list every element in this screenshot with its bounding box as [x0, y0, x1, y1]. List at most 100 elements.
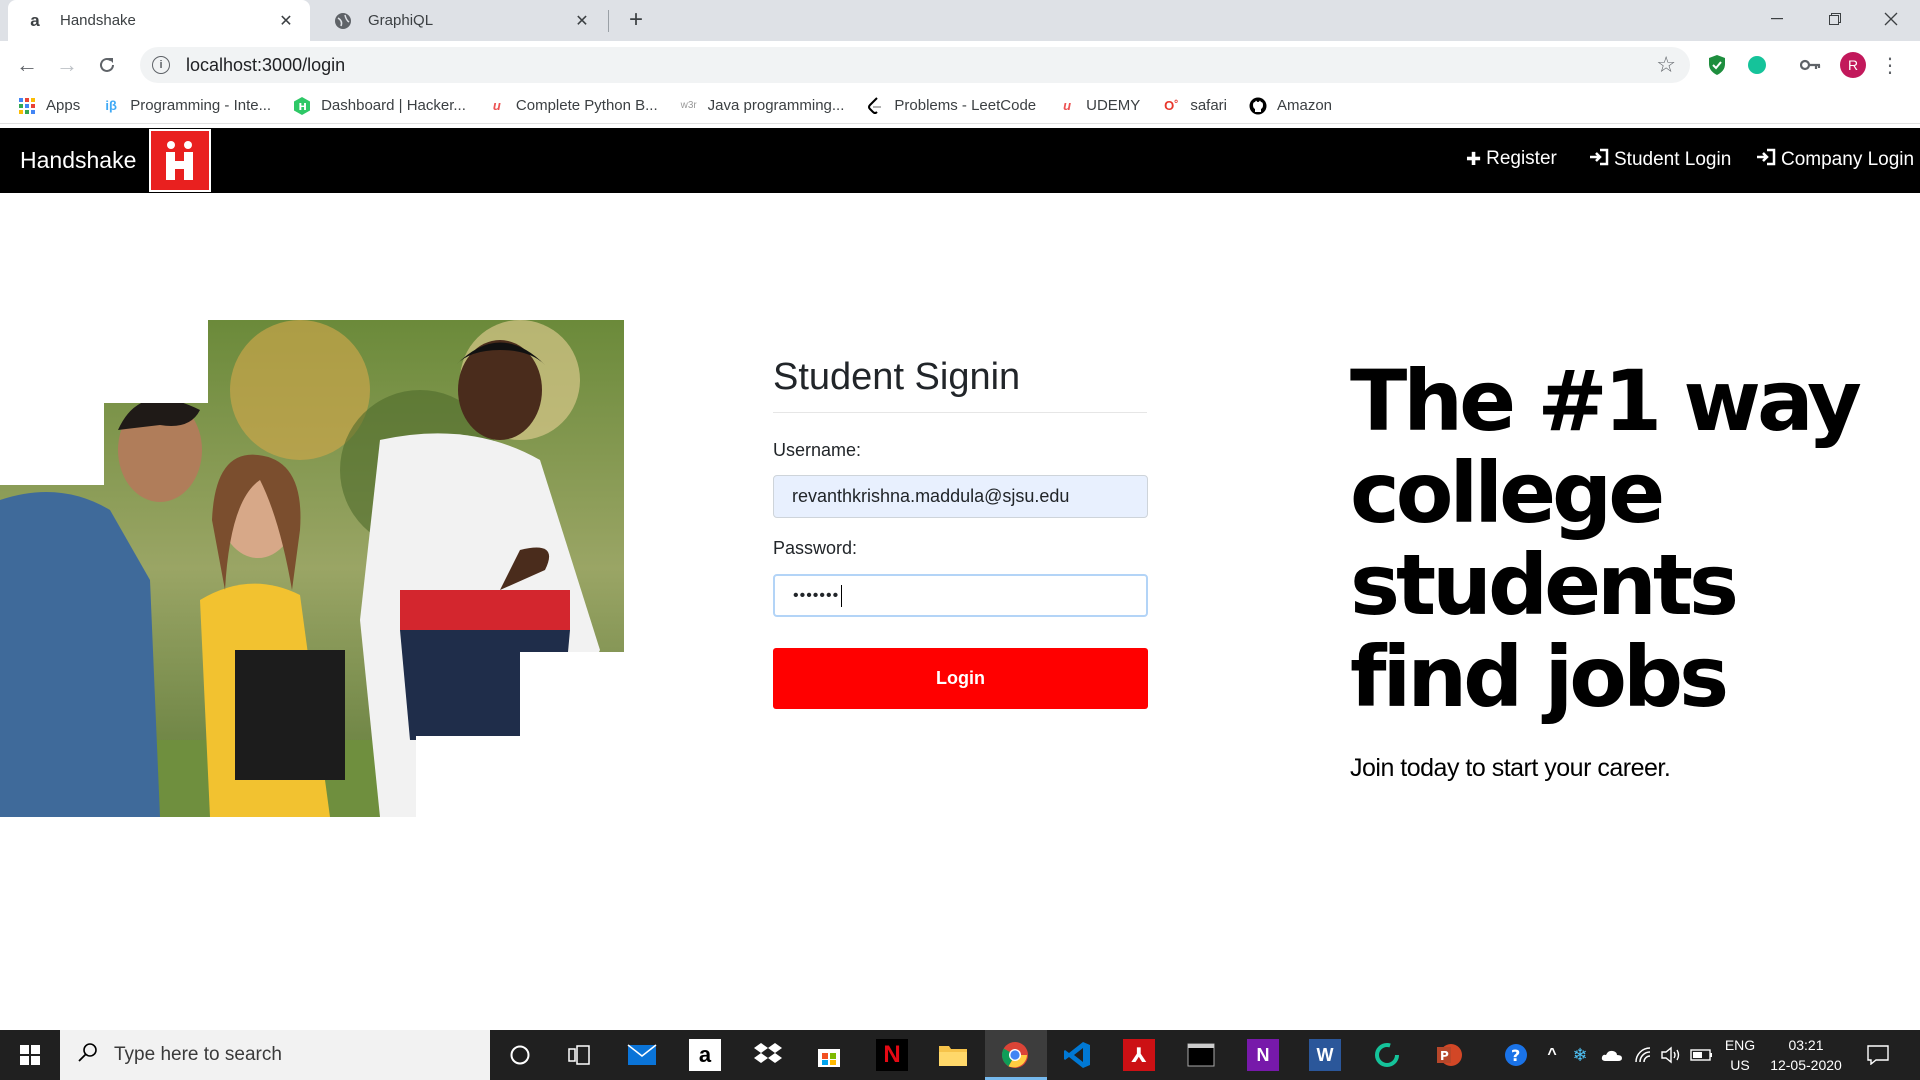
loading-ring-icon[interactable]	[1371, 1039, 1403, 1071]
new-tab-button[interactable]: +	[622, 6, 650, 34]
bookmark-java[interactable]: w3r Java programming...	[680, 97, 845, 115]
word-icon[interactable]: W	[1309, 1039, 1341, 1071]
notification-icon[interactable]	[1864, 1041, 1892, 1069]
netflix-icon[interactable]: N	[876, 1039, 908, 1071]
shield-extension-icon[interactable]	[1706, 54, 1728, 76]
register-link[interactable]: ✚ Register	[1466, 148, 1557, 170]
language-indicator[interactable]: ENG US	[1720, 1035, 1760, 1075]
bookmark-label: UDEMY	[1086, 97, 1141, 114]
udemy-icon: u	[492, 98, 501, 113]
volume-icon[interactable]	[1656, 1039, 1688, 1071]
site-info-icon[interactable]: i	[152, 56, 170, 74]
bookmark-label: safari	[1190, 97, 1227, 114]
onedrive-icon[interactable]	[1596, 1039, 1628, 1071]
headline-line: students	[1350, 536, 1739, 634]
menu-kebab-icon[interactable]: ⋮	[1880, 51, 1900, 79]
svg-text:P: P	[1440, 1049, 1449, 1063]
onenote-icon[interactable]: N	[1247, 1039, 1279, 1071]
bookmark-python[interactable]: u Complete Python B...	[488, 97, 658, 115]
mail-icon[interactable]	[626, 1039, 658, 1071]
company-login-link[interactable]: Company Login	[1756, 148, 1914, 171]
powerpoint-icon[interactable]: P	[1433, 1039, 1465, 1071]
brand-name[interactable]: Handshake	[20, 147, 136, 174]
svg-text:H: H	[299, 102, 307, 113]
students-photo	[0, 320, 624, 817]
bookmark-label: Problems - LeetCode	[894, 97, 1037, 114]
username-input[interactable]: revanthkrishna.maddula@sjsu.edu	[773, 475, 1148, 518]
window-close-icon[interactable]	[1862, 0, 1920, 38]
bookmark-label: Programming - Inte...	[130, 97, 272, 114]
bookmark-apps[interactable]: Apps	[18, 97, 80, 115]
reload-icon[interactable]	[91, 49, 123, 81]
bookmark-star-icon[interactable]: ☆	[1656, 52, 1676, 78]
bookmark-safari[interactable]: O˚ safari	[1162, 97, 1227, 115]
browser-tab-strip: a Handshake ✕ GraphiQL ✕ +	[0, 0, 1920, 41]
snowflake-icon[interactable]: ❄	[1564, 1039, 1596, 1071]
profile-avatar[interactable]: R	[1840, 52, 1866, 78]
bookmark-label: Amazon	[1277, 97, 1333, 114]
bookmark-interviewbit[interactable]: iβ Programming - Inte...	[102, 97, 271, 115]
file-explorer-icon[interactable]	[937, 1039, 969, 1071]
tab-handshake[interactable]: a Handshake ✕	[8, 0, 310, 41]
bookmark-label: Complete Python B...	[515, 97, 658, 114]
help-icon[interactable]: ?	[1500, 1039, 1532, 1071]
dropbox-icon[interactable]	[752, 1039, 784, 1071]
forward-arrow-icon[interactable]: →	[51, 49, 83, 81]
password-input[interactable]: •••••••	[773, 574, 1148, 617]
student-login-label: Student Login	[1614, 148, 1732, 170]
back-arrow-icon[interactable]: ←	[11, 49, 43, 81]
amazon-favicon-icon: a	[30, 10, 40, 30]
hackerrank-icon: H	[293, 96, 311, 115]
tab-title: Handshake	[60, 12, 136, 29]
terminal-icon[interactable]	[1185, 1039, 1217, 1071]
restore-icon[interactable]	[1806, 0, 1864, 38]
amazon-icon[interactable]: a	[689, 1039, 721, 1071]
bookmarks-bar: Apps iβ Programming - Inte... H Dashboar…	[0, 88, 1920, 124]
address-bar[interactable]: i localhost:3000/login ☆	[140, 47, 1690, 83]
svg-text:?: ?	[1511, 1046, 1520, 1065]
heading-divider	[773, 412, 1147, 413]
close-icon[interactable]: ✕	[274, 9, 298, 33]
windows-taskbar: Type here to search a N ⅄ N W P ? ^ ❄ EN…	[0, 1030, 1920, 1080]
task-view-icon[interactable]	[563, 1039, 595, 1071]
store-icon[interactable]	[813, 1039, 845, 1071]
username-label: Username:	[773, 440, 862, 460]
password-value: •••••••	[793, 586, 840, 604]
taskbar-search[interactable]: Type here to search	[60, 1030, 490, 1080]
windows-start-icon[interactable]	[0, 1030, 60, 1080]
tab-graphiql[interactable]: GraphiQL ✕	[316, 0, 606, 41]
acrobat-icon[interactable]: ⅄	[1123, 1039, 1155, 1071]
github-icon	[1249, 97, 1267, 115]
bookmark-amazon[interactable]: Amazon	[1249, 97, 1332, 115]
minimize-icon[interactable]	[1748, 0, 1806, 38]
w3r-icon: w3r	[680, 100, 697, 111]
system-clock[interactable]: 03:21 12-05-2020	[1766, 1035, 1846, 1075]
browser-toolbar: ← → i localhost:3000/login ☆ R ⋮	[0, 41, 1920, 88]
chrome-icon[interactable]	[999, 1039, 1031, 1071]
leetcode-icon	[866, 96, 884, 115]
url-text[interactable]: localhost:3000/login	[186, 55, 1656, 76]
register-label: Register	[1486, 148, 1557, 169]
vscode-icon[interactable]	[1061, 1039, 1093, 1071]
handshake-logo[interactable]	[149, 129, 211, 192]
clock-time: 03:21	[1788, 1037, 1824, 1053]
lang-code: ENG	[1724, 1037, 1756, 1053]
cortana-icon[interactable]	[504, 1039, 536, 1071]
text-caret	[841, 584, 843, 607]
apps-grid-icon	[18, 97, 36, 115]
bookmark-leetcode[interactable]: Problems - LeetCode	[866, 96, 1037, 115]
sign-in-icon	[1756, 148, 1776, 171]
battery-icon[interactable]	[1686, 1039, 1718, 1071]
bookmark-udemy[interactable]: u UDEMY	[1058, 97, 1140, 115]
clock-date: 12-05-2020	[1770, 1057, 1842, 1073]
login-button[interactable]: Login	[773, 648, 1148, 709]
bookmark-label: Dashboard | Hacker...	[321, 97, 466, 114]
bookmark-hackerrank[interactable]: H Dashboard | Hacker...	[293, 96, 466, 115]
grammarly-extension-icon[interactable]	[1746, 54, 1768, 76]
site-navbar: Handshake ✚ Register Student Login Compa…	[0, 128, 1920, 193]
student-login-link[interactable]: Student Login	[1589, 148, 1731, 171]
key-icon[interactable]	[1800, 54, 1822, 76]
password-label: Password:	[773, 538, 858, 558]
interviewbit-icon: iβ	[105, 98, 117, 113]
close-icon[interactable]: ✕	[570, 9, 594, 33]
